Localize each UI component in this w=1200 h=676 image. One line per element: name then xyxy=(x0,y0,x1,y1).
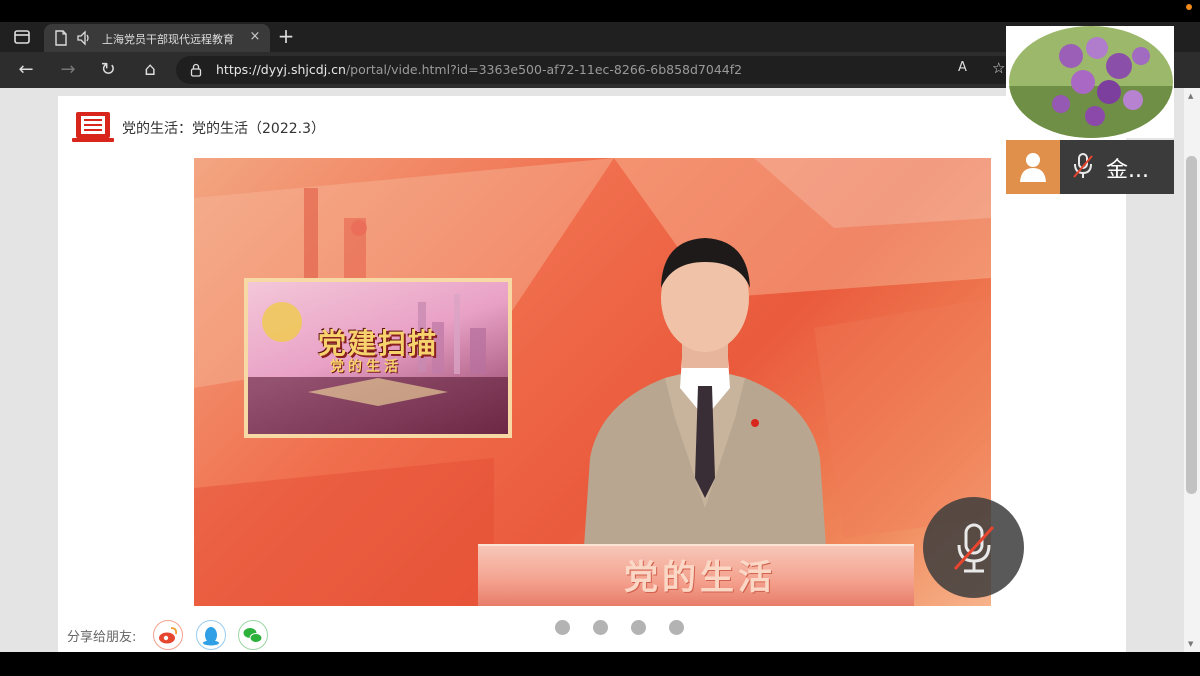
tab-actions-icon[interactable] xyxy=(10,28,34,46)
carousel-dot[interactable] xyxy=(631,620,646,635)
top-strip xyxy=(0,0,1200,22)
url-text[interactable]: https://dyyj.shjcdj.cn/portal/vide.html?… xyxy=(216,62,742,77)
scroll-down-icon[interactable]: ▼ xyxy=(1188,640,1196,648)
carousel-dot[interactable] xyxy=(555,620,570,635)
recording-indicator xyxy=(1186,4,1192,10)
participant-avatar xyxy=(1009,26,1173,138)
bottom-strip xyxy=(0,652,1200,676)
mute-microphone-button[interactable] xyxy=(923,497,1024,598)
address-bar[interactable]: https://dyyj.shjcdj.cn/portal/vide.html?… xyxy=(176,56,1016,84)
scroll-up-icon[interactable]: ▲ xyxy=(1188,92,1196,100)
participant-mic-muted-icon xyxy=(1073,153,1093,178)
tab-close-icon[interactable]: × xyxy=(248,30,262,44)
video-player[interactable]: 党建扫描 党的生活 党的生活 xyxy=(194,158,991,606)
tab-title: 上海党员干部现代远程教育 xyxy=(102,33,234,46)
weibo-share-icon[interactable] xyxy=(153,620,183,650)
screen: 上海党员干部现代远程教育 × + ← → ↻ ⌂ https://dyyj.sh… xyxy=(0,0,1200,676)
participant-name: 金... xyxy=(1106,158,1149,183)
video-list-icon xyxy=(72,112,114,142)
wechat-glyph xyxy=(243,628,263,643)
back-button[interactable]: ← xyxy=(16,60,36,80)
share-label: 分享给朋友: xyxy=(67,630,137,645)
qq-glyph xyxy=(203,627,219,646)
browser-tab[interactable]: 上海党员干部现代远程教育 × xyxy=(44,24,270,52)
program-title-inset: 党建扫描 党的生活 xyxy=(244,278,512,438)
desk-text: 党的生活 xyxy=(624,558,776,598)
scrollbar-thumb[interactable] xyxy=(1186,156,1197,494)
page-icon xyxy=(55,30,67,46)
speaker-icon[interactable] xyxy=(76,30,92,46)
url-path: /portal/vide.html?id=3363e500-af72-11ec-… xyxy=(345,62,743,77)
carousel-dot[interactable] xyxy=(593,620,608,635)
carousel-dot[interactable] xyxy=(669,620,684,635)
microphone-muted-icon xyxy=(953,523,995,573)
url-host: https://dyyj.shjcdj.cn xyxy=(216,62,346,77)
forward-button[interactable]: → xyxy=(58,60,78,80)
inset-subtitle: 党的生活 xyxy=(330,359,402,375)
refresh-button[interactable]: ↻ xyxy=(98,60,118,80)
home-button[interactable]: ⌂ xyxy=(140,60,160,80)
weibo-glyph xyxy=(159,627,178,644)
carousel-dots xyxy=(555,620,685,636)
video-heading: 党的生活：党的生活（2022.3） xyxy=(122,121,325,137)
new-tab-button[interactable]: + xyxy=(276,26,296,46)
wechat-share-icon[interactable] xyxy=(238,620,268,650)
read-aloud-icon[interactable]: A xyxy=(958,58,978,78)
qq-share-icon[interactable] xyxy=(196,620,226,650)
lock-icon[interactable] xyxy=(190,63,202,77)
user-icon xyxy=(1020,153,1046,182)
participant-badge xyxy=(1006,140,1060,194)
